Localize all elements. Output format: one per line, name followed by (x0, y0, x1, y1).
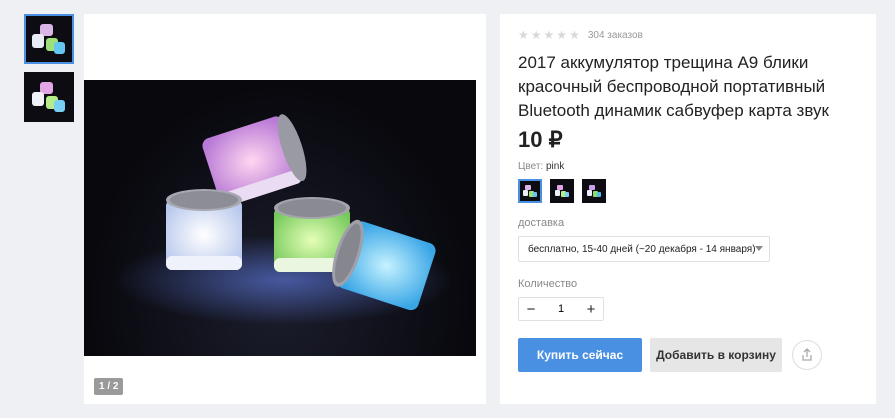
delivery-select[interactable]: бесплатно, 15-40 дней (~20 декабря - 14 … (518, 236, 770, 262)
speaker-thumbnail-image (26, 74, 72, 120)
swatch-image (520, 181, 540, 201)
quantity-stepper: − + (518, 297, 604, 321)
swatch-image (552, 181, 572, 201)
star-icon: ★ (530, 28, 542, 42)
speaker-thumbnail-image (26, 16, 72, 62)
thumbnail-list (24, 14, 76, 130)
star-icon: ★ (569, 28, 580, 42)
decrement-button[interactable]: − (519, 298, 543, 320)
share-button[interactable] (792, 340, 822, 370)
swatch-image (584, 181, 604, 201)
product-title: 2017 аккумулятор трещина А9 блики красоч… (518, 53, 829, 120)
rating-row: ★ ★ ★ ★ ★ 304 заказов (518, 28, 858, 42)
quantity-input[interactable] (543, 298, 579, 320)
color-swatch-3[interactable] (582, 179, 606, 203)
product-price: 10 ₽ (518, 127, 563, 152)
color-swatch-2[interactable] (550, 179, 574, 203)
thumbnail-1[interactable] (24, 14, 74, 64)
delivery-value: бесплатно, 15-40 дней (~20 декабря - 14 … (528, 243, 756, 255)
increment-button[interactable]: + (579, 298, 603, 320)
color-swatch-1[interactable] (518, 179, 542, 203)
color-label: Цвет: pink (518, 161, 858, 172)
orders-count: 304 заказов (587, 29, 643, 41)
thumbnail-2[interactable] (24, 72, 74, 122)
purchase-actions: Купить сейчас Добавить в корзину (518, 338, 858, 372)
product-gallery: 1 / 2 (84, 14, 486, 404)
main-product-image[interactable] (84, 80, 476, 356)
delivery-label: доставка (518, 217, 565, 229)
color-swatches (518, 179, 858, 203)
star-icon: ★ (518, 28, 529, 42)
quantity-label: Количество (518, 278, 578, 290)
share-icon (802, 348, 812, 361)
star-icon: ★ (543, 28, 555, 42)
image-counter: 1 / 2 (94, 378, 124, 395)
color-label-text: Цвет: (518, 161, 544, 172)
star-icon: ★ (556, 28, 568, 42)
add-to-cart-button[interactable]: Добавить в корзину (650, 338, 782, 372)
color-value: pink (545, 161, 565, 172)
chevron-down-icon (755, 246, 763, 251)
product-info-panel: ★ ★ ★ ★ ★ 304 заказов 2017 аккумулятор т… (500, 14, 876, 404)
buy-now-button[interactable]: Купить сейчас (518, 338, 642, 372)
speakers-photo (114, 114, 454, 325)
